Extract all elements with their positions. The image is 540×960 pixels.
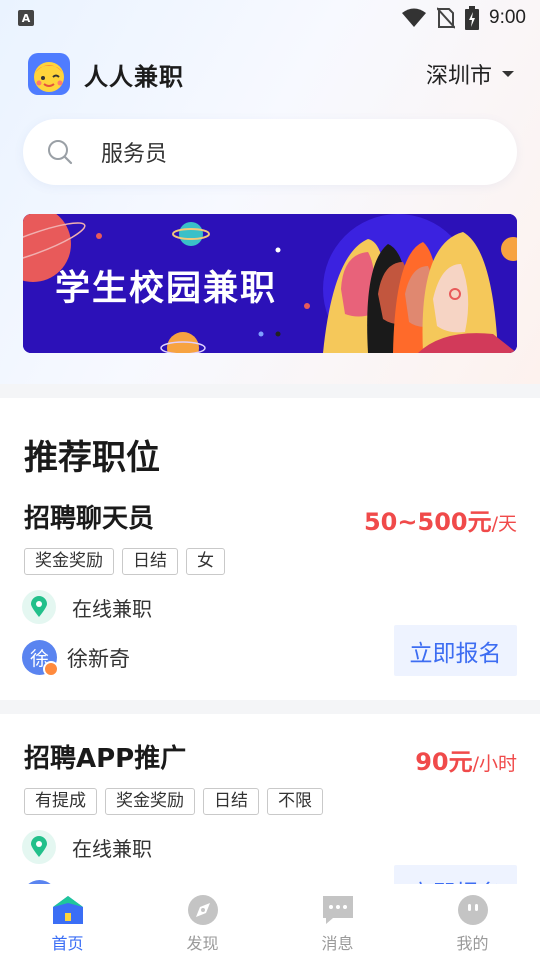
wifi-icon (402, 8, 427, 27)
search-icon (48, 140, 73, 165)
job-title[interactable]: 招聘聊天员 (24, 498, 154, 535)
job-tag: 有提成 (24, 788, 97, 815)
profile-icon (457, 895, 488, 925)
salary-unit: /天 (491, 513, 517, 535)
compass-icon (187, 895, 218, 925)
job-tag: 日结 (122, 548, 178, 575)
tab-home[interactable]: 首页 (0, 894, 135, 954)
search-bar[interactable]: 服务员 (23, 119, 517, 185)
salary-unit: /小时 (472, 753, 517, 775)
accessibility-icon: A (18, 10, 34, 26)
salary-amount: 50~500元 (363, 508, 492, 536)
avatar: 徐 (22, 640, 59, 677)
location-label: 在线兼职 (72, 836, 152, 861)
job-tag: 不限 (267, 788, 323, 815)
no-sim-icon (437, 7, 456, 29)
tab-label: 首页 (51, 934, 84, 953)
job-tag: 奖金奖励 (24, 548, 114, 575)
status-time: 9:00 (489, 7, 526, 28)
job-tag: 日结 (203, 788, 259, 815)
app-header: 人人兼职 深圳市 (0, 44, 540, 104)
brand: 人人兼职 (28, 53, 184, 95)
city-selector[interactable]: 深圳市 (426, 58, 514, 90)
recommended-jobs-card: 推荐职位 招聘聊天员 50~500元/天 奖金奖励 日结 女 在线兼职 徐 徐新… (0, 398, 540, 700)
tab-discover[interactable]: 发现 (135, 894, 270, 954)
job-location: 在线兼职 (22, 590, 152, 624)
location-pin-icon (22, 590, 56, 624)
caret-down-icon (502, 71, 514, 77)
apply-button[interactable]: 立即报名 (394, 625, 517, 676)
home-icon (52, 896, 83, 924)
message-icon (322, 896, 353, 924)
tab-label: 消息 (321, 934, 354, 953)
publisher-name: 徐新奇 (67, 646, 130, 671)
search-text: 服务员 (101, 142, 168, 167)
job-title[interactable]: 招聘APP推广 (24, 738, 186, 775)
job-tag: 奖金奖励 (105, 788, 195, 815)
tab-label: 发现 (186, 934, 219, 953)
job-location: 在线兼职 (22, 830, 152, 864)
bottom-tab-bar: 首页 发现 消息 我的 (0, 884, 540, 960)
promo-banner[interactable]: 学生校园兼职 (23, 214, 517, 353)
tab-messages[interactable]: 消息 (270, 894, 405, 954)
battery-charging-icon (465, 6, 480, 30)
apply-button[interactable]: 立即报名 (394, 865, 517, 884)
app-name: 人人兼职 (84, 62, 184, 91)
location-label: 在线兼职 (72, 596, 152, 621)
banner-title: 学生校园兼职 (55, 269, 278, 309)
job-tags: 有提成 奖金奖励 日结 不限 (24, 788, 323, 815)
status-bar: A 9:00 (0, 0, 540, 36)
tab-label: 我的 (456, 934, 489, 953)
city-label: 深圳市 (425, 64, 492, 89)
job-salary: 90元/小时 (415, 742, 517, 777)
salary-amount: 90元 (415, 748, 473, 776)
job-card: 招聘APP推广 90元/小时 有提成 奖金奖励 日结 不限 在线兼职 立即报名 (0, 714, 540, 884)
job-salary: 50~500元/天 (364, 502, 517, 537)
job-tags: 奖金奖励 日结 女 (24, 548, 225, 575)
job-publisher: 徐 徐新奇 (22, 640, 130, 677)
app-logo-icon (28, 53, 70, 95)
verified-badge-icon (43, 661, 59, 677)
tab-profile[interactable]: 我的 (405, 894, 540, 954)
location-pin-icon (22, 830, 56, 864)
section-title: 推荐职位 (24, 438, 160, 478)
job-tag: 女 (186, 548, 225, 575)
